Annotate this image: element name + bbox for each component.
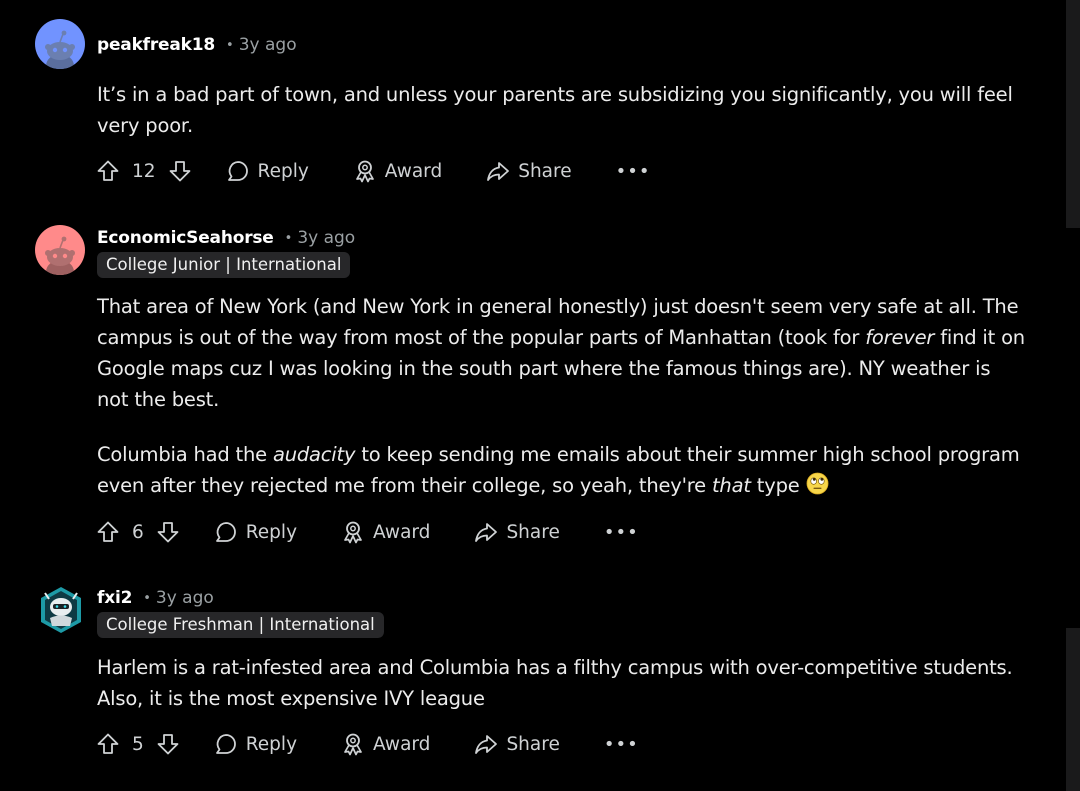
- emphasized-text: audacity: [272, 443, 356, 466]
- comment-meta: fxi2 • 3y ago: [97, 586, 214, 610]
- downvote-arrow-icon[interactable]: [168, 159, 192, 183]
- share-label: Share: [506, 521, 560, 543]
- avatar[interactable]: [36, 585, 86, 635]
- share-button[interactable]: Share: [486, 159, 572, 183]
- separator-dot: •: [284, 230, 293, 246]
- share-arrow-icon: [474, 732, 498, 756]
- comment-actions: 6 Reply Award Share •••: [96, 515, 639, 549]
- comment: peakfreak18 • 3y ago It’s in a bad part …: [0, 0, 1066, 210]
- comment-meta: peakfreak18 • 3y ago: [97, 33, 297, 57]
- username[interactable]: peakfreak18: [97, 35, 215, 55]
- timestamp[interactable]: 3y ago: [239, 35, 297, 55]
- share-arrow-icon: [486, 159, 510, 183]
- award-label: Award: [373, 521, 431, 543]
- separator-dot: •: [226, 37, 234, 53]
- award-ribbon-icon: [353, 159, 377, 183]
- username[interactable]: fxi2: [97, 588, 132, 608]
- user-flair: College Freshman | International: [97, 612, 384, 638]
- more-options-icon[interactable]: •••: [604, 734, 639, 755]
- user-flair: College Junior | International: [97, 252, 351, 278]
- reply-button[interactable]: Reply: [214, 732, 297, 756]
- comment-actions: 5 Reply Award Share •••: [96, 727, 639, 761]
- share-arrow-icon: [474, 520, 498, 544]
- text-segment: Columbia had the: [97, 443, 273, 466]
- award-label: Award: [373, 733, 431, 755]
- award-button[interactable]: Award: [353, 159, 442, 183]
- upvote-arrow-icon[interactable]: [96, 159, 120, 183]
- emphasized-text: that: [711, 474, 751, 497]
- username[interactable]: EconomicSeahorse: [97, 228, 274, 248]
- vote-count: 5: [132, 733, 144, 755]
- emphasized-text: forever: [865, 326, 935, 349]
- reply-label: Reply: [257, 160, 309, 182]
- comment-body: That area of New York (and New York in g…: [97, 291, 1027, 504]
- share-label: Share: [506, 733, 560, 755]
- comment-meta: EconomicSeahorse • 3y ago: [97, 226, 355, 250]
- reply-label: Reply: [245, 733, 298, 755]
- comment-paragraph: Harlem is a rat-infested area and Columb…: [97, 656, 1013, 710]
- share-label: Share: [518, 160, 572, 182]
- comment-actions: 12 Reply Award Share •••: [96, 154, 650, 188]
- downvote-arrow-icon[interactable]: [156, 732, 180, 756]
- award-ribbon-icon: [341, 520, 365, 544]
- text-segment: type: [750, 474, 800, 497]
- reply-button[interactable]: Reply: [214, 520, 297, 544]
- reply-label: Reply: [245, 521, 298, 543]
- snoo-avatar-icon: [35, 225, 85, 275]
- award-button[interactable]: Award: [341, 520, 430, 544]
- timestamp[interactable]: 3y ago: [156, 588, 214, 608]
- share-button[interactable]: Share: [474, 732, 560, 756]
- upvote-arrow-icon[interactable]: [96, 520, 120, 544]
- award-ribbon-icon: [341, 732, 365, 756]
- speech-bubble-icon: [214, 732, 238, 756]
- snoo-avatar-icon: [35, 19, 85, 69]
- more-options-icon[interactable]: •••: [616, 161, 651, 182]
- separator-dot: •: [143, 590, 151, 606]
- comment-paragraph: That area of New York (and New York in g…: [97, 291, 1027, 415]
- scrollbar-track-top[interactable]: [1066, 0, 1080, 228]
- speech-bubble-icon: [214, 520, 238, 544]
- more-options-icon[interactable]: •••: [604, 522, 639, 543]
- eye-roll-emoji-icon: [806, 472, 829, 504]
- comment: fxi2 • 3y ago College Freshman | Interna…: [0, 580, 1066, 791]
- avatar[interactable]: [35, 225, 85, 275]
- comment-body: It’s in a bad part of town, and unless y…: [97, 79, 1027, 141]
- downvote-arrow-icon[interactable]: [156, 520, 180, 544]
- comment-paragraph: It’s in a bad part of town, and unless y…: [97, 83, 1013, 137]
- award-label: Award: [384, 160, 443, 182]
- reply-button[interactable]: Reply: [226, 159, 309, 183]
- award-button[interactable]: Award: [341, 732, 430, 756]
- avatar[interactable]: [35, 19, 85, 69]
- vote-count: 6: [132, 521, 144, 543]
- robot-avatar-icon: [36, 585, 86, 635]
- speech-bubble-icon: [226, 159, 250, 183]
- vote-count: 12: [132, 160, 156, 182]
- timestamp[interactable]: 3y ago: [297, 228, 355, 248]
- comment-paragraph: Columbia had the audacity to keep sendin…: [97, 439, 1027, 504]
- scrollbar-track-bottom[interactable]: [1066, 628, 1080, 791]
- comment: EconomicSeahorse • 3y ago College Junior…: [0, 210, 1066, 580]
- comment-body: Harlem is a rat-infested area and Columb…: [97, 652, 1027, 714]
- upvote-arrow-icon[interactable]: [96, 732, 120, 756]
- share-button[interactable]: Share: [474, 520, 560, 544]
